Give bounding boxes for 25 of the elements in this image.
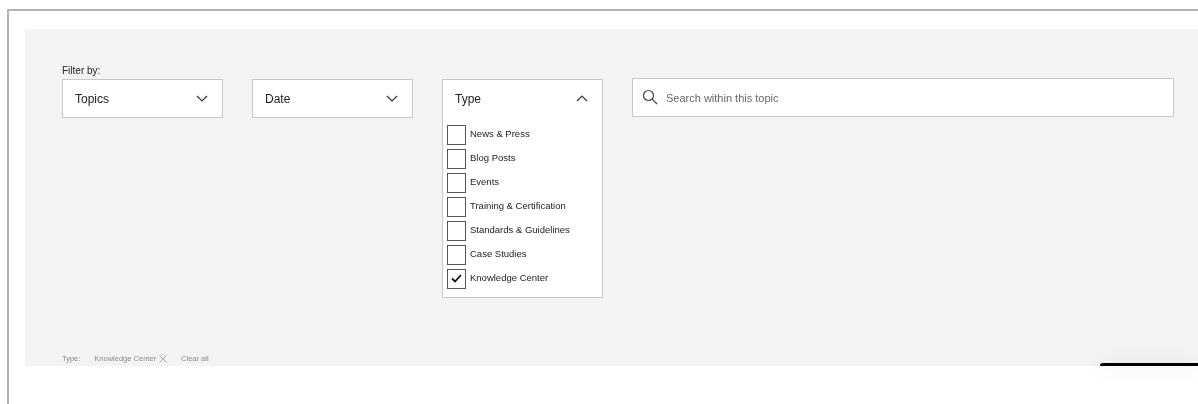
chevron-down-icon xyxy=(196,95,208,102)
checkbox[interactable] xyxy=(447,196,466,217)
checkbox[interactable] xyxy=(447,220,466,241)
dropdown-toggle[interactable]: Topics xyxy=(63,80,222,117)
dropdown-toggle[interactable]: Date xyxy=(253,80,412,117)
checkbox-option[interactable]: News & Press xyxy=(447,124,602,145)
checkbox[interactable] xyxy=(447,172,466,193)
close-icon xyxy=(159,354,168,363)
checkbox-option[interactable]: Training & Certification xyxy=(447,196,602,217)
checkbox-option[interactable]: Case Studies xyxy=(447,244,602,265)
checkbox-option[interactable]: Knowledge Center xyxy=(447,268,602,289)
checkbox[interactable] xyxy=(447,148,466,169)
search-icon xyxy=(642,89,658,105)
chevron-down-icon xyxy=(386,95,398,102)
filter-label: Filter by: xyxy=(62,64,102,78)
checkbox-option[interactable]: Standards & Guidelines xyxy=(447,220,602,241)
chevron-up-icon xyxy=(576,95,588,102)
checkbox-option[interactable]: Blog Posts xyxy=(447,148,602,169)
checkbox[interactable] xyxy=(447,244,466,265)
checkmark-icon xyxy=(451,274,462,283)
checkbox-option[interactable]: Events xyxy=(447,172,602,193)
search-field[interactable]: Search within this topic xyxy=(632,78,1174,117)
checkbox[interactable] xyxy=(447,268,466,289)
checkbox[interactable] xyxy=(447,124,466,145)
dropdown-toggle[interactable]: Type xyxy=(443,80,602,117)
